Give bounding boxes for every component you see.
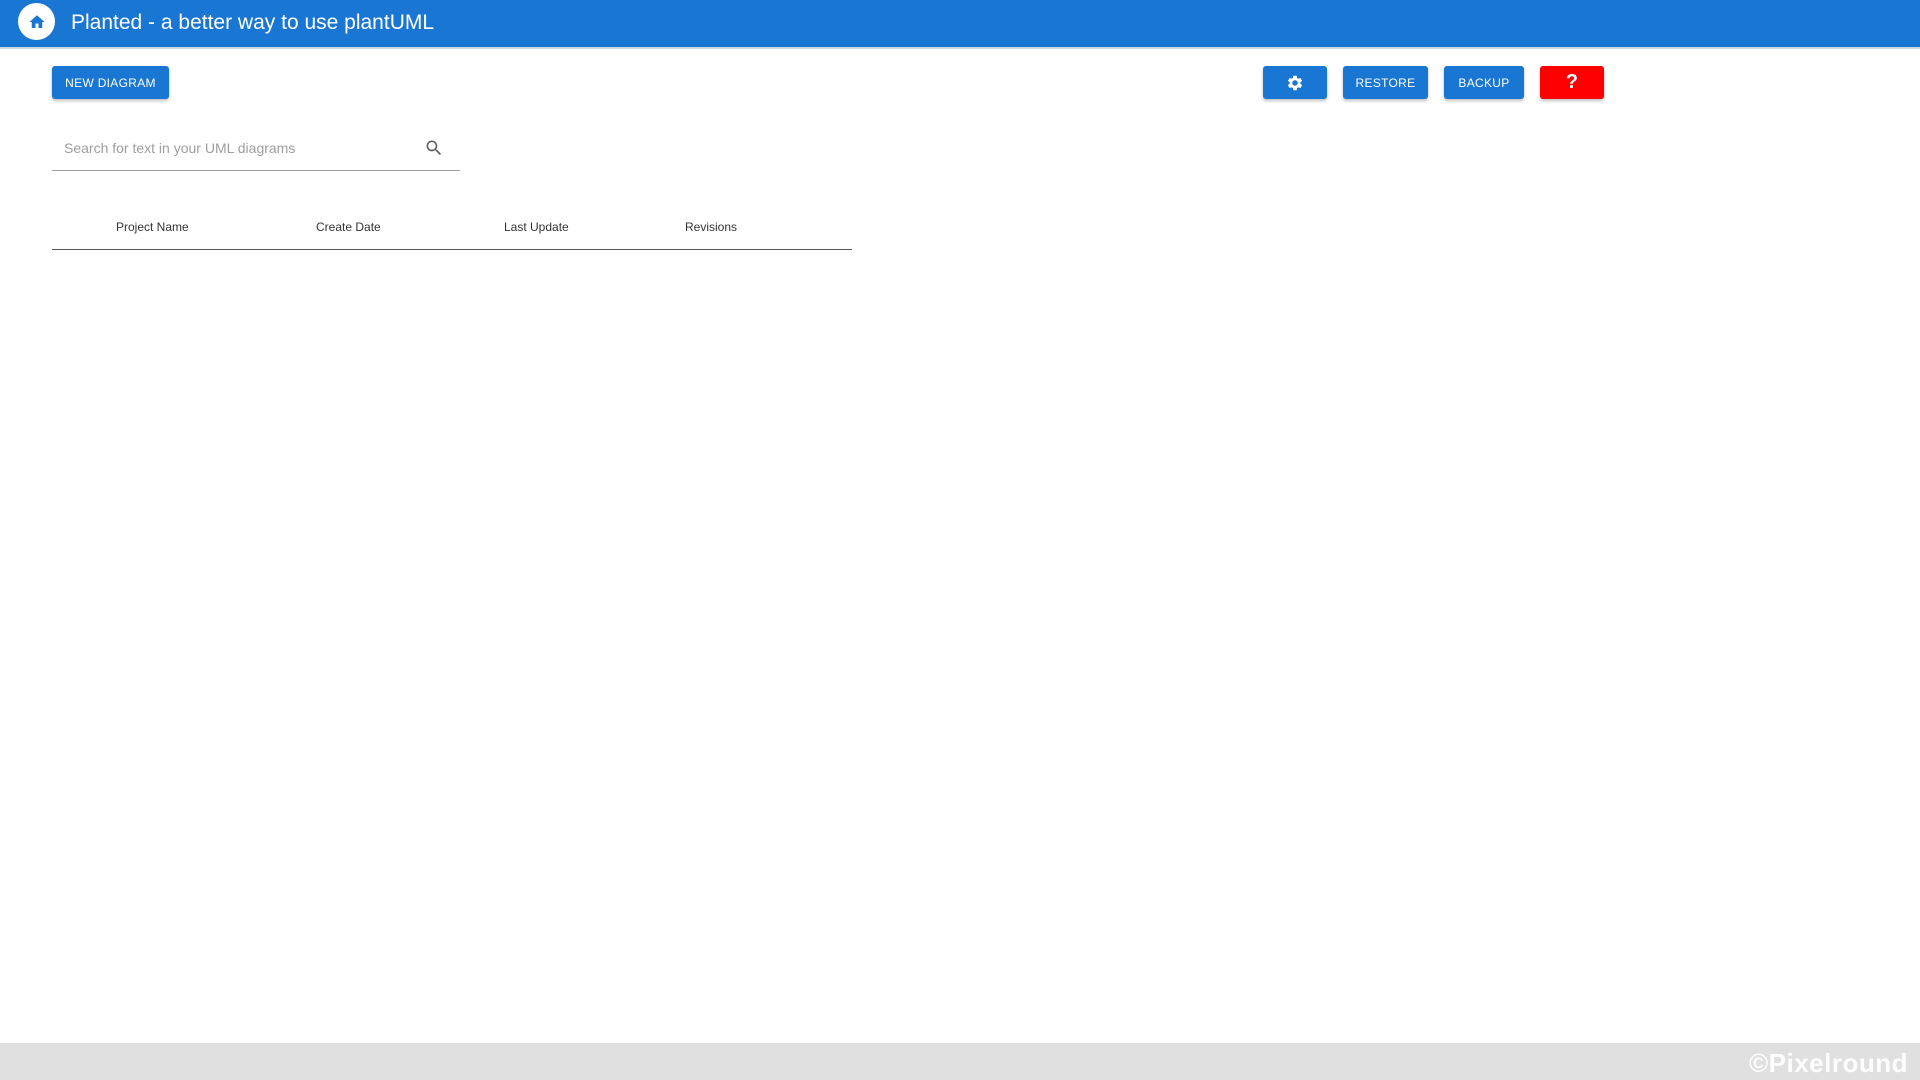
restore-button[interactable]: RESTORE (1343, 66, 1428, 99)
column-header-create-date[interactable]: Create Date (316, 205, 381, 249)
new-diagram-button[interactable]: NEW DIAGRAM (52, 66, 169, 99)
home-button[interactable] (18, 3, 55, 40)
backup-button[interactable]: BACKUP (1444, 66, 1524, 99)
column-header-revisions[interactable]: Revisions (685, 205, 737, 249)
gear-icon (1286, 74, 1304, 92)
app-title: Planted - a better way to use plantUML (71, 11, 435, 34)
footer: ©Pixelround (0, 1043, 1920, 1080)
help-button[interactable]: ? (1540, 66, 1604, 99)
app-bar: Planted - a better way to use plantUML (0, 0, 1920, 49)
settings-button[interactable] (1263, 66, 1327, 99)
column-header-project-name[interactable]: Project Name (116, 205, 189, 249)
column-header-last-update[interactable]: Last Update (504, 205, 569, 249)
home-icon (28, 13, 46, 31)
search-icon[interactable] (424, 138, 444, 158)
projects-table: Project Name Create Date Last Update Rev… (52, 205, 852, 250)
search-field (52, 127, 460, 171)
watermark: ©Pixelround (1748, 1048, 1908, 1078)
search-input[interactable] (52, 127, 412, 169)
